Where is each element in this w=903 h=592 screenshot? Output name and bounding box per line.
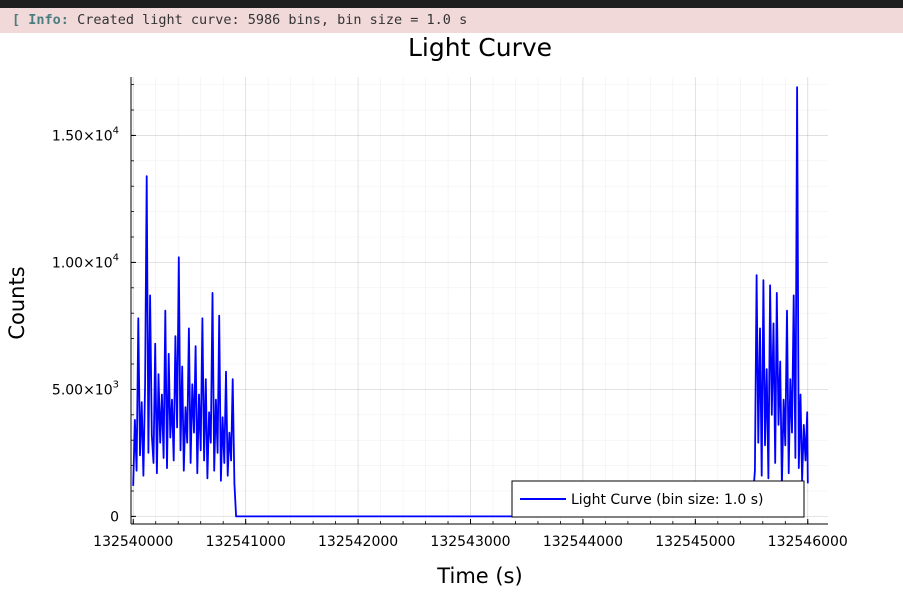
light-curve-chart: 132540000 132541000 132542000 132543000 1325… [5,33,848,588]
y-tick-label: 1.00×104 [52,252,119,271]
log-message: Created light curve: 5986 bins, bin size… [77,12,468,28]
grid-lines [131,77,828,524]
legend: Light Curve (bin size: 1.0 s) [511,480,805,518]
x-tick-label: 132542000 [318,534,398,550]
y-tick-label: 5.00×103 [52,379,119,398]
y-axis-title: Counts [5,266,29,339]
chart-title: Light Curve [408,33,552,62]
log-level: Info: [28,12,69,28]
x-tick-label: 132541000 [206,534,286,550]
y-tick-label: 0 [110,509,119,525]
x-tick-label: 132540000 [93,534,173,550]
x-tick-label: 132545000 [655,534,735,550]
log-info-line: [ Info: Created light curve: 5986 bins, … [0,8,903,33]
x-tick-label: 132544000 [543,534,623,550]
x-tick-label: 132543000 [430,534,510,550]
log-bracket: [ [12,12,21,28]
plot-panel: 132540000 132541000 132542000 132543000 1325… [0,33,903,592]
y-tick-label: 1.50×104 [52,125,119,144]
axes [130,77,828,525]
x-axis-title: Time (s) [436,564,522,588]
y-ticks: 0 5.00×103 1.00×104 1.50×104 [52,84,136,525]
legend-label: Light Curve (bin size: 1.0 s) [571,492,764,508]
x-tick-label: 132546000 [768,534,848,550]
